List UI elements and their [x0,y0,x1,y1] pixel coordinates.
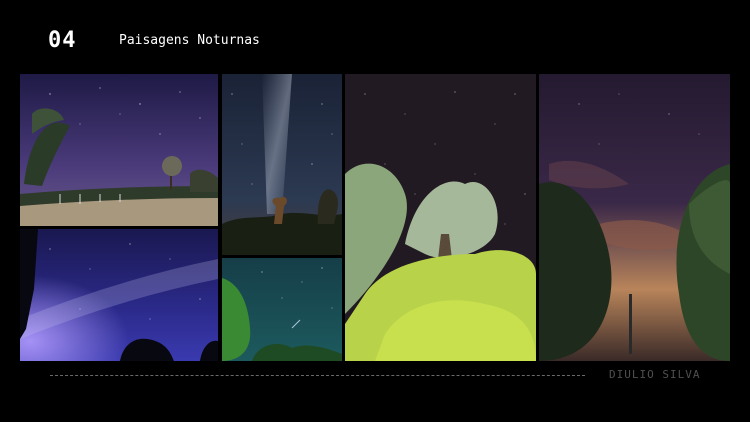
slide-number: 04 [48,28,77,53]
starry-sky-palm-tree-photo [345,74,536,361]
footer-divider [50,375,585,376]
milky-way-purple-sky-photo [20,229,218,361]
slide-title: Paisagens Noturnas [119,33,260,48]
milky-way-dark-trees-photo [222,74,342,255]
teal-starry-sky-trees-photo [222,258,342,361]
author-name: DIULIO SILVA [609,368,701,381]
twilight-clouds-trees-photo [539,74,730,361]
night-field-trees-photo [20,74,218,226]
